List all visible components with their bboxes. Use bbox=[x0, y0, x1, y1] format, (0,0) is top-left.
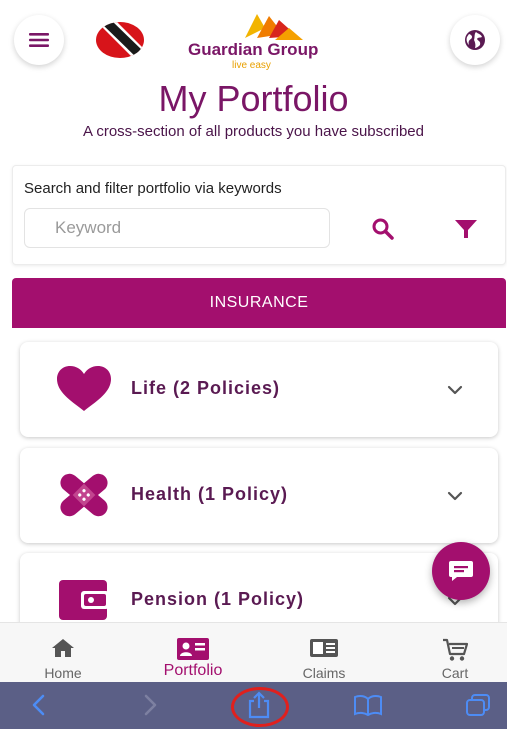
nav-home[interactable]: Home bbox=[13, 623, 113, 683]
expand-button[interactable] bbox=[444, 380, 466, 400]
chevron-down-icon bbox=[447, 491, 463, 501]
nav-label: Home bbox=[44, 665, 82, 681]
search-button[interactable] bbox=[368, 214, 398, 244]
menu-button[interactable] bbox=[14, 15, 64, 65]
tab-insurance[interactable]: INSURANCE bbox=[12, 278, 506, 328]
policy-count: (1 Policy) bbox=[198, 484, 289, 504]
policy-count: (2 Policies) bbox=[173, 378, 281, 398]
policy-name: Life bbox=[131, 378, 168, 398]
back-icon bbox=[32, 694, 45, 716]
app-header: Guardian Group live easy bbox=[0, 0, 507, 78]
nav-claims[interactable]: Claims bbox=[274, 623, 374, 683]
brand-tagline: live easy bbox=[232, 60, 271, 71]
nav-label: Claims bbox=[302, 665, 346, 681]
expand-button[interactable] bbox=[444, 486, 466, 506]
bookmarks-icon bbox=[354, 694, 382, 716]
search-label: Search and filter portfolio via keywords bbox=[24, 180, 282, 197]
policy-label: Pension (1 Policy) bbox=[131, 589, 304, 610]
policy-name: Pension bbox=[131, 589, 209, 609]
bottom-navigation: Home Portfolio Claims Cart bbox=[0, 622, 507, 682]
chat-icon bbox=[449, 561, 473, 581]
nav-label: Portfolio bbox=[163, 662, 223, 679]
page-title: My Portfolio bbox=[158, 78, 349, 119]
browser-tabs-button[interactable] bbox=[460, 690, 496, 720]
language-button[interactable] bbox=[450, 15, 500, 65]
policy-count: (1 Policy) bbox=[214, 589, 305, 609]
policy-label: Life (2 Policies) bbox=[131, 378, 280, 399]
tabs-icon bbox=[466, 694, 490, 716]
policy-card-health[interactable]: Health (1 Policy) bbox=[20, 448, 498, 543]
country-flag[interactable] bbox=[95, 20, 145, 60]
brand-logo: Guardian Group live easy bbox=[185, 10, 335, 72]
forward-icon bbox=[144, 694, 157, 716]
wallet-icon bbox=[55, 575, 113, 625]
chevron-down-icon bbox=[447, 385, 463, 395]
guardian-logo-icon bbox=[245, 14, 303, 40]
chat-button[interactable] bbox=[432, 542, 490, 600]
keyword-search-input[interactable] bbox=[24, 208, 330, 248]
claims-icon bbox=[310, 639, 338, 657]
browser-forward-button[interactable] bbox=[133, 690, 169, 720]
filter-button[interactable] bbox=[451, 214, 481, 244]
nav-portfolio[interactable]: Portfolio bbox=[143, 623, 243, 683]
filter-icon bbox=[455, 220, 477, 238]
heart-icon bbox=[55, 364, 113, 414]
browser-bookmarks-button[interactable] bbox=[350, 690, 386, 720]
trinidad-flag-icon bbox=[96, 22, 144, 58]
home-icon bbox=[52, 639, 74, 657]
cart-icon bbox=[443, 638, 468, 661]
policy-label: Health (1 Policy) bbox=[131, 484, 288, 505]
bandage-icon bbox=[55, 470, 113, 520]
browser-back-button[interactable] bbox=[20, 690, 56, 720]
globe-icon bbox=[465, 30, 485, 50]
share-highlight-annotation bbox=[231, 687, 289, 727]
portfolio-card-icon bbox=[177, 638, 209, 660]
hamburger-menu-icon bbox=[29, 33, 49, 47]
search-icon bbox=[372, 218, 394, 240]
policy-name: Health bbox=[131, 484, 193, 504]
policy-card-life[interactable]: Life (2 Policies) bbox=[20, 342, 498, 437]
page-subtitle: A cross-section of all products you have… bbox=[82, 123, 424, 140]
nav-cart[interactable]: Cart bbox=[405, 623, 505, 683]
search-filter-panel: Search and filter portfolio via keywords bbox=[12, 165, 506, 265]
nav-label: Cart bbox=[441, 665, 469, 681]
brand-name: Guardian Group bbox=[188, 40, 319, 59]
